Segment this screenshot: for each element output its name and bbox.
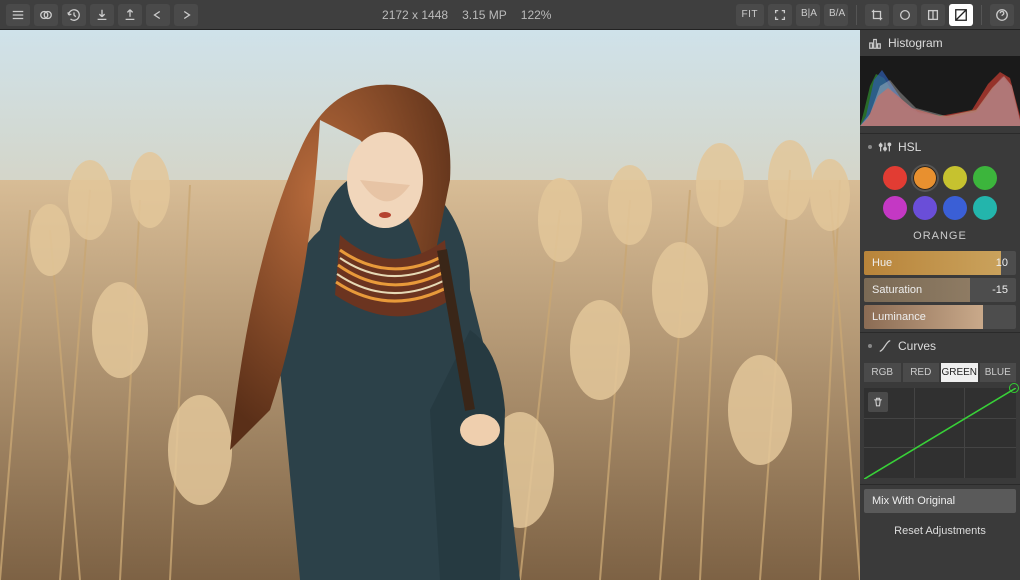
hsl-header[interactable]: HSL — [860, 134, 1020, 160]
hsl-color-picker — [860, 160, 1020, 226]
split-ba-button[interactable]: B/A — [824, 4, 848, 26]
histogram-chart — [860, 56, 1020, 126]
image-dimensions: 2172 x 1448 — [382, 8, 448, 22]
hsl-color-yellow[interactable] — [943, 166, 967, 190]
saturation-slider[interactable]: Saturation -15 — [864, 278, 1016, 302]
curves-icon — [878, 339, 892, 353]
menu-button[interactable] — [6, 4, 30, 26]
fullscreen-button[interactable] — [768, 4, 792, 26]
curves-tab-rgb[interactable]: RGB — [864, 363, 901, 382]
crop-tool-button[interactable] — [865, 4, 889, 26]
section-dot-icon — [868, 344, 872, 348]
hsl-color-aqua[interactable] — [973, 196, 997, 220]
curves-tab-red[interactable]: RED — [903, 363, 940, 382]
adjustments-panel: Histogram HSL ORANGE — [860, 30, 1020, 580]
hsl-selected-color: ORANGE — [860, 226, 1020, 248]
fit-button[interactable]: FIT — [736, 4, 765, 26]
circle-tool-button[interactable] — [893, 4, 917, 26]
reset-adjustments-button[interactable]: Reset Adjustments — [860, 517, 1020, 545]
hsl-color-green[interactable] — [973, 166, 997, 190]
sliders-icon — [878, 140, 892, 154]
history-button[interactable] — [62, 4, 86, 26]
download-button[interactable] — [90, 4, 114, 26]
curves-tab-green[interactable]: GREEN — [941, 363, 978, 382]
hsl-color-magenta[interactable] — [883, 196, 907, 220]
curves-channel-tabs: RGBREDGREENBLUE — [860, 359, 1020, 386]
hsl-color-orange[interactable] — [913, 166, 937, 190]
curves-label: Curves — [898, 339, 936, 353]
image-canvas[interactable] — [0, 30, 860, 580]
export-button[interactable] — [118, 4, 142, 26]
hue-slider[interactable]: Hue 10 — [864, 251, 1016, 275]
hsl-label: HSL — [898, 140, 921, 154]
undo-button[interactable] — [146, 4, 170, 26]
image-megapixels: 3.15 MP — [462, 8, 507, 22]
photo-placeholder — [0, 30, 860, 580]
image-zoom: 122% — [521, 8, 552, 22]
curves-header[interactable]: Curves — [860, 333, 1020, 359]
luminance-slider[interactable]: Luminance — [864, 305, 1016, 329]
hsl-color-red[interactable] — [883, 166, 907, 190]
help-button[interactable] — [990, 4, 1014, 26]
compare-ba-button[interactable]: B|A — [796, 4, 820, 26]
frame-tool-button[interactable] — [921, 4, 945, 26]
curves-tab-blue[interactable]: BLUE — [980, 363, 1017, 382]
delete-curve-button[interactable] — [868, 392, 888, 412]
histogram-header[interactable]: Histogram — [860, 30, 1020, 56]
histogram-icon — [868, 36, 882, 50]
adjust-tool-button[interactable] — [949, 4, 973, 26]
image-info: 2172 x 1448 3.15 MP 122% — [382, 8, 551, 22]
histogram-label: Histogram — [888, 36, 943, 50]
curve-handle[interactable] — [1009, 383, 1019, 393]
section-dot-icon — [868, 145, 872, 149]
redo-button[interactable] — [174, 4, 198, 26]
hsl-color-purple[interactable] — [913, 196, 937, 220]
layers-button[interactable] — [34, 4, 58, 26]
mix-with-original-button[interactable]: Mix With Original — [864, 489, 1016, 513]
hsl-color-blue[interactable] — [943, 196, 967, 220]
top-toolbar: 2172 x 1448 3.15 MP 122% FIT B|A B/A — [0, 0, 1020, 30]
